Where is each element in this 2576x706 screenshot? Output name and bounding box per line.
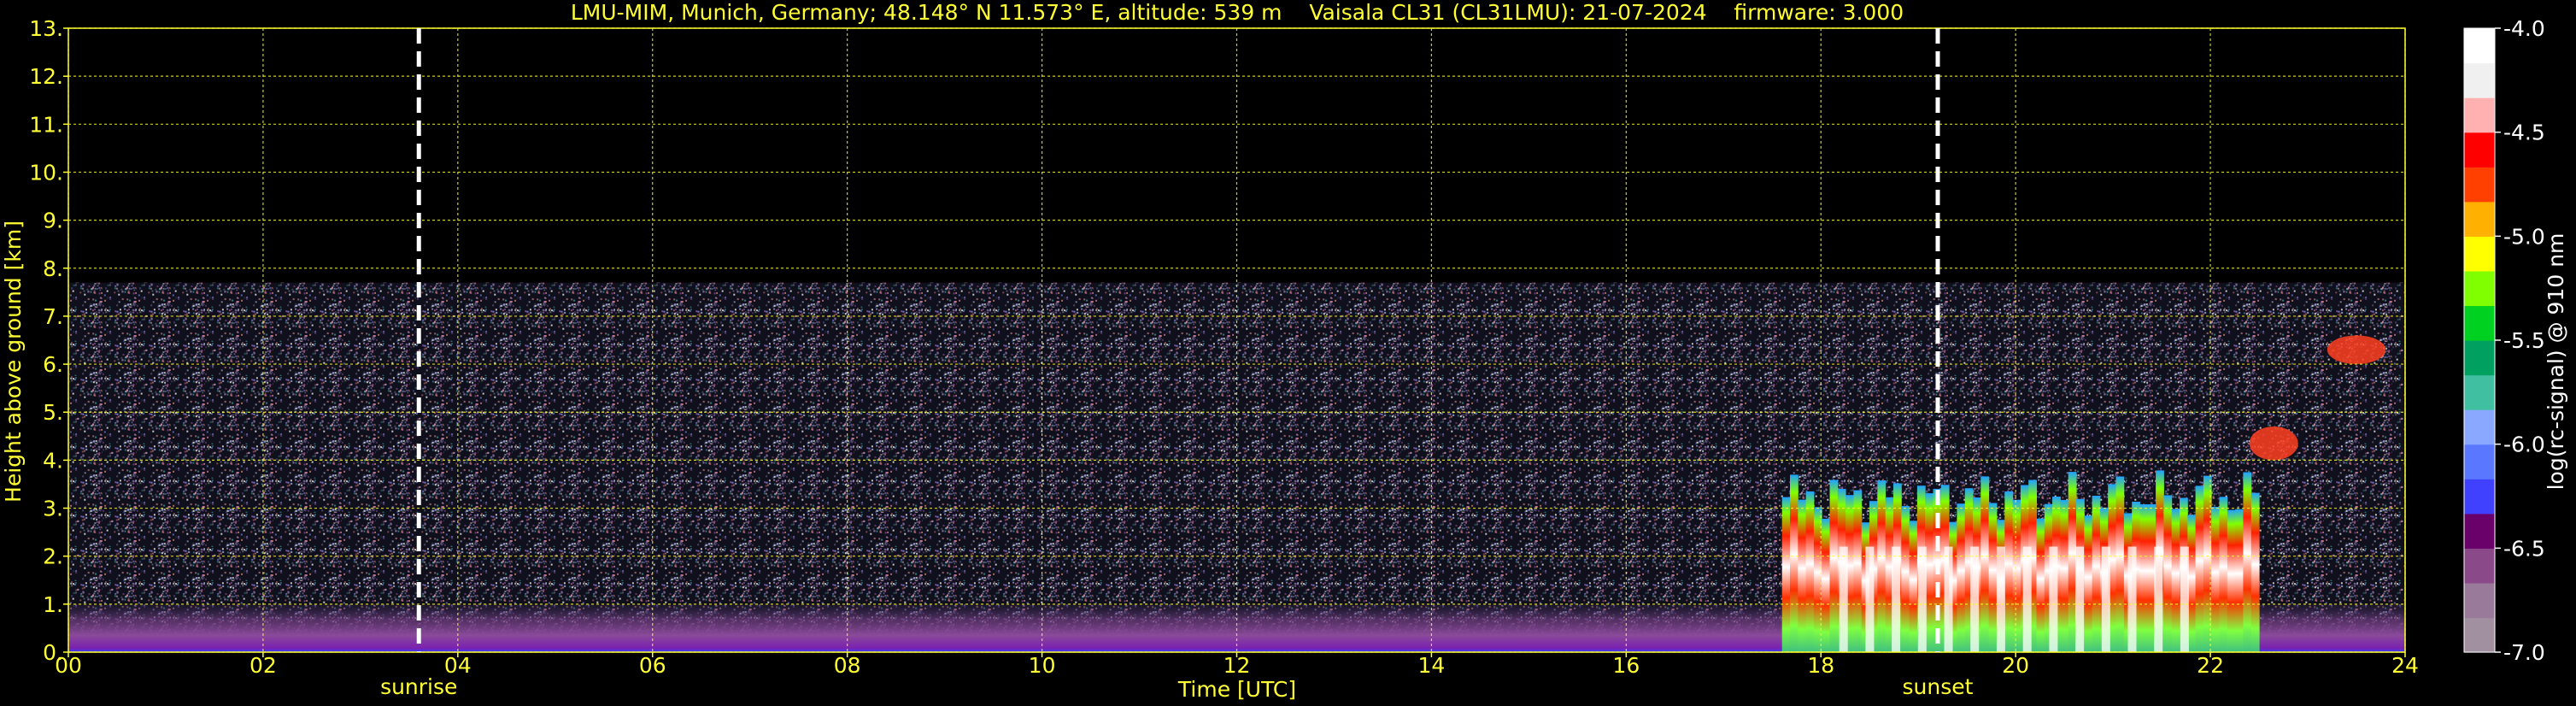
- colorbar-tick-label: -5.0: [2503, 224, 2545, 249]
- colorbar-segment: [2464, 444, 2495, 479]
- x-tick-label: 20: [2002, 653, 2029, 678]
- colorbar-tick-label: -4.5: [2503, 121, 2545, 145]
- y-tick-label: 6.: [43, 352, 63, 377]
- colorbar-segment: [2464, 409, 2495, 445]
- colorbar-segment: [2464, 132, 2495, 168]
- colorbar-tick-label: -6.0: [2503, 432, 2545, 457]
- x-tick-label: 18: [1807, 653, 1834, 678]
- y-tick-label: 3.: [43, 497, 63, 521]
- colorbar-segment: [2464, 374, 2495, 410]
- colorbar-segment: [2464, 201, 2495, 237]
- colorbar-segment: [2464, 582, 2495, 619]
- sunset-label: sunset: [1903, 674, 1974, 699]
- y-tick-label: 10.: [29, 160, 63, 185]
- x-tick-label: 22: [2197, 653, 2224, 678]
- colorbar-segment: [2464, 548, 2495, 584]
- colorbar-segment: [2464, 97, 2495, 133]
- x-tick-label: 12: [1223, 653, 1251, 678]
- y-tick-label: 7.: [43, 304, 63, 329]
- y-tick-label: 5.: [43, 400, 63, 425]
- x-tick-label: 16: [1612, 653, 1640, 678]
- y-tick-label: 12.: [29, 64, 63, 89]
- colorbar-segment: [2464, 236, 2495, 272]
- y-axis-label: Height above ground [km]: [1, 221, 26, 503]
- high-cloud: [2327, 335, 2386, 365]
- y-axis: 0. 1. 2. 3. 4. 5. 6. 7. 8. 9. 10. 11. 12. 13.: [29, 16, 68, 665]
- y-tick-label: 8.: [43, 256, 63, 281]
- colorbar-segment: [2464, 340, 2495, 376]
- colorbar-tick-label: -4.0: [2503, 16, 2545, 41]
- colorbar: -4.0 -4.5 -5.0 -5.5 -6.0 -6.5 -7.0: [2463, 16, 2545, 665]
- y-tick-label: 0.: [43, 640, 63, 665]
- x-tick-label: 06: [639, 653, 666, 678]
- plot-area: sunrise sunset: [67, 27, 2406, 699]
- ceilometer-chart: LMU-MIM, Munich, Germany; 48.148° N 11.5…: [1, 0, 2568, 702]
- colorbar-segment: [2464, 28, 2495, 64]
- colorbar-label: log(rc-signal) @ 910 nm: [2544, 233, 2568, 491]
- sunrise-label: sunrise: [380, 674, 457, 699]
- y-tick-label: 13.: [29, 16, 63, 41]
- y-tick-label: 2.: [43, 544, 63, 569]
- chart-title: LMU-MIM, Munich, Germany; 48.148° N 11.5…: [571, 0, 1904, 25]
- x-tick-label: 02: [249, 653, 277, 678]
- colorbar-segment: [2464, 305, 2495, 341]
- colorbar-segment: [2464, 167, 2495, 203]
- colorbar-segment: [2464, 62, 2495, 98]
- x-tick-label: 04: [444, 653, 472, 678]
- colorbar-tick-label: -7.0: [2503, 640, 2545, 665]
- colorbar-segment: [2464, 270, 2495, 307]
- y-tick-label: 9.: [43, 209, 63, 233]
- x-tick-label: 10: [1029, 653, 1056, 678]
- colorbar-segment: [2464, 513, 2495, 549]
- x-tick-label: 14: [1418, 653, 1446, 678]
- y-tick-label: 1.: [43, 592, 63, 617]
- x-tick-label: 08: [834, 653, 861, 678]
- x-axis-label: Time [UTC]: [1177, 677, 1296, 702]
- colorbar-tick-label: -5.5: [2503, 328, 2545, 353]
- x-tick-label: 24: [2391, 653, 2419, 678]
- colorbar-segment: [2464, 617, 2495, 653]
- colorbar-segment: [2464, 479, 2495, 515]
- y-tick-label: 11.: [29, 112, 63, 137]
- y-tick-label: 4.: [43, 448, 63, 473]
- mid-cloud: [2249, 427, 2298, 461]
- colorbar-tick-label: -6.5: [2503, 536, 2545, 561]
